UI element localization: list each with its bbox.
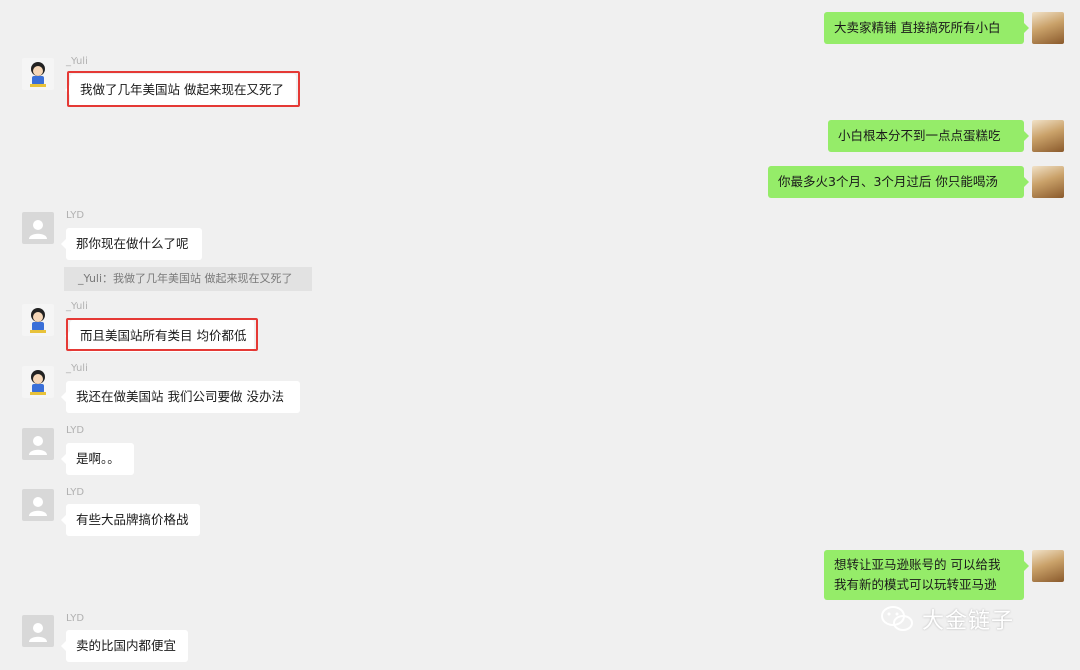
quoted-message[interactable]: _Yuli：我做了几年美国站 做起来现在又死了 [64,267,312,291]
yuli-avatar[interactable] [22,58,54,90]
sender-name: _Yuli [66,56,88,67]
sender-name: LYD [66,210,85,221]
message-text: 小白根本分不到一点点蛋糕吃 [838,128,1001,143]
self-message-bubble: 你最多火3个月、3个月过后 你只能喝汤 [768,166,1029,198]
other-message-bubble: 卖的比国内都便宜 [61,630,188,662]
sender-name: LYD [66,487,85,498]
other-message-bubble: 是啊。。 [61,443,134,475]
other-message-bubble: 那你现在做什么了呢 [61,228,202,260]
default-user-icon [29,623,47,642]
default-user-icon [29,497,47,516]
red-highlight-box [67,71,300,107]
default-user-icon [29,220,47,239]
message-text: 有些大品牌搞价格战 [76,512,189,527]
message-text: 卖的比国内都便宜 [76,638,177,653]
self-avatar[interactable] [1032,12,1064,44]
sender-name: _Yuli [66,301,88,312]
lyd-avatar[interactable] [22,212,54,244]
self-avatar[interactable] [1032,550,1064,582]
sender-name: _Yuli [66,363,88,374]
lyd-avatar[interactable] [22,489,54,521]
message-line: 我有新的模式可以玩转亚马逊 [834,577,997,592]
self-avatar[interactable] [1032,120,1064,152]
wechat-official-account-icon [881,606,913,631]
self-message-bubble: 小白根本分不到一点点蛋糕吃 [828,120,1029,152]
other-message-bubble: 我还在做美国站 我们公司要做 没办法 [61,381,300,413]
message-text: 那你现在做什么了呢 [76,236,189,251]
red-highlight-box [66,318,258,351]
message-text: 我还在做美国站 我们公司要做 没办法 [76,389,284,404]
lyd-avatar[interactable] [22,615,54,647]
watermark-text: 大金链子 [922,609,1015,634]
self-message-bubble: 想转让亚马逊账号的 可以给我 我有新的模式可以玩转亚马逊 [824,550,1029,600]
other-message-bubble: 有些大品牌搞价格战 [61,504,200,536]
yuli-avatar[interactable] [22,304,54,336]
yuli-avatar[interactable] [22,366,54,398]
watermark: 大金链子 [880,603,1014,635]
quote-text: _Yuli：我做了几年美国站 做起来现在又死了 [78,272,293,285]
self-message-bubble: 大卖家精铺 直接搞死所有小白 [824,12,1029,44]
message-text: 大卖家精铺 直接搞死所有小白 [834,20,1001,35]
sender-name: LYD [66,425,85,436]
lyd-avatar[interactable] [22,428,54,460]
sender-name: LYD [66,613,85,624]
message-line: 想转让亚马逊账号的 可以给我 [834,557,1001,572]
self-avatar[interactable] [1032,166,1064,198]
message-text: 你最多火3个月、3个月过后 你只能喝汤 [778,174,998,189]
default-user-icon [29,436,47,455]
message-text: 是啊。。 [76,451,120,466]
